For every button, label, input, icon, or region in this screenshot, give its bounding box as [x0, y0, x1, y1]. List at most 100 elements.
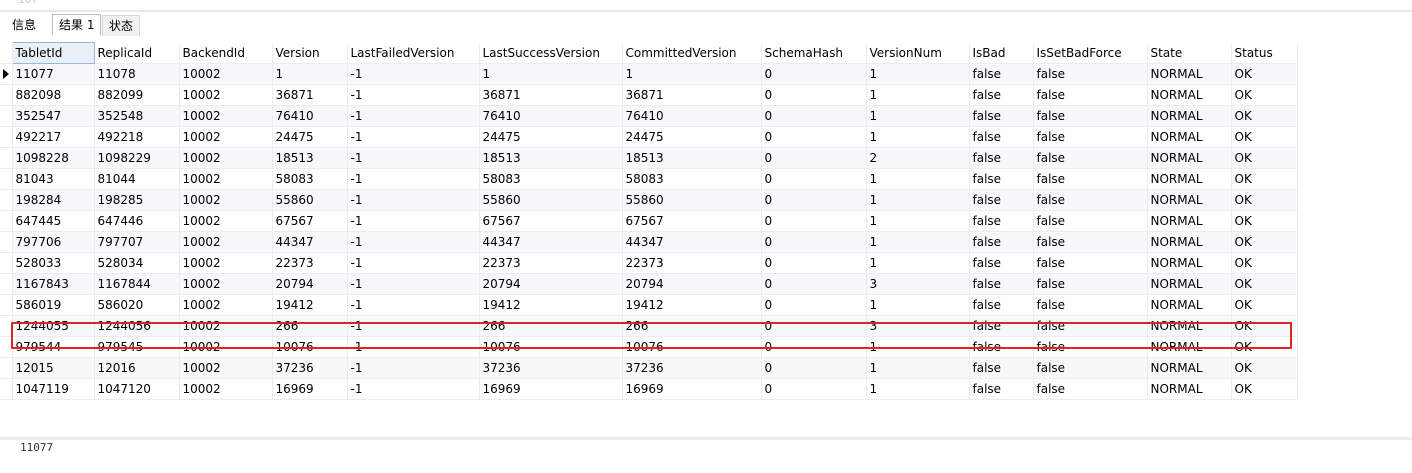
column-header-schemahash[interactable]: SchemaHash — [761, 42, 867, 64]
cell-tabletid[interactable]: 1167843 — [12, 273, 95, 295]
row-indicator[interactable] — [0, 378, 13, 400]
cell-committedversion[interactable]: 36871 — [622, 84, 762, 106]
cell-schemahash[interactable]: 0 — [761, 231, 867, 253]
cell-versionnum[interactable]: 1 — [866, 252, 970, 274]
cell-status[interactable]: OK — [1231, 105, 1298, 127]
cell-lastfailedversion[interactable]: -1 — [347, 63, 480, 85]
cell-status[interactable]: OK — [1231, 147, 1298, 169]
cell-lastsuccessversion[interactable]: 24475 — [479, 126, 623, 148]
cell-version[interactable]: 16969 — [272, 378, 348, 400]
cell-lastsuccessversion[interactable]: 22373 — [479, 252, 623, 274]
table-row[interactable]: 1098228 1098229 10002 18513 -1 18513 18513 0 2 fa… — [0, 147, 1298, 169]
cell-backendid[interactable]: 10002 — [179, 231, 273, 253]
cell-backendid[interactable]: 10002 — [179, 273, 273, 295]
row-indicator[interactable] — [0, 126, 13, 148]
cell-lastfailedversion[interactable]: -1 — [347, 210, 480, 232]
cell-issetbadforce[interactable]: false — [1033, 84, 1148, 106]
cell-committedversion[interactable]: 20794 — [622, 273, 762, 295]
cell-lastsuccessversion[interactable]: 55860 — [479, 189, 623, 211]
cell-state[interactable]: NORMAL — [1147, 168, 1232, 190]
cell-schemahash[interactable]: 0 — [761, 63, 867, 85]
column-header-version[interactable]: Version — [272, 42, 348, 64]
cell-backendid[interactable]: 10002 — [179, 168, 273, 190]
cell-lastfailedversion[interactable]: -1 — [347, 231, 480, 253]
cell-status[interactable]: OK — [1231, 168, 1298, 190]
cell-schemahash[interactable]: 0 — [761, 273, 867, 295]
table-row[interactable]: 1244055 1244056 10002 266 -1 266 266 0 3 false fal… — [0, 315, 1298, 337]
cell-backendid[interactable]: 10002 — [179, 189, 273, 211]
cell-replicaid[interactable]: 12016 — [94, 357, 180, 379]
cell-replicaid[interactable]: 882099 — [94, 84, 180, 106]
cell-lastsuccessversion[interactable]: 44347 — [479, 231, 623, 253]
cell-schemahash[interactable]: 0 — [761, 105, 867, 127]
cell-state[interactable]: NORMAL — [1147, 126, 1232, 148]
table-row[interactable]: 492217 492218 10002 24475 -1 24475 24475 0 1 fals… — [0, 126, 1298, 148]
cell-lastsuccessversion[interactable]: 67567 — [479, 210, 623, 232]
cell-state[interactable]: NORMAL — [1147, 357, 1232, 379]
cell-committedversion[interactable]: 1 — [622, 63, 762, 85]
cell-status[interactable]: OK — [1231, 126, 1298, 148]
cell-status[interactable]: OK — [1231, 336, 1298, 358]
cell-isbad[interactable]: false — [969, 294, 1034, 316]
cell-version[interactable]: 20794 — [272, 273, 348, 295]
cell-backendid[interactable]: 10002 — [179, 357, 273, 379]
cell-state[interactable]: NORMAL — [1147, 273, 1232, 295]
cell-isbad[interactable]: false — [969, 105, 1034, 127]
cell-schemahash[interactable]: 0 — [761, 378, 867, 400]
cell-replicaid[interactable]: 1244056 — [94, 315, 180, 337]
cell-versionnum[interactable]: 1 — [866, 378, 970, 400]
cell-committedversion[interactable]: 24475 — [622, 126, 762, 148]
cell-lastfailedversion[interactable]: -1 — [347, 357, 480, 379]
cell-versionnum[interactable]: 1 — [866, 357, 970, 379]
cell-state[interactable]: NORMAL — [1147, 231, 1232, 253]
cell-tabletid[interactable]: 647445 — [12, 210, 95, 232]
cell-versionnum[interactable]: 1 — [866, 168, 970, 190]
cell-isbad[interactable]: false — [969, 357, 1034, 379]
table-row[interactable]: 797706 797707 10002 44347 -1 44347 44347 0 1 fals… — [0, 231, 1298, 253]
cell-lastfailedversion[interactable]: -1 — [347, 378, 480, 400]
cell-replicaid[interactable]: 81044 — [94, 168, 180, 190]
cell-backendid[interactable]: 10002 — [179, 336, 273, 358]
cell-schemahash[interactable]: 0 — [761, 315, 867, 337]
cell-issetbadforce[interactable]: false — [1033, 252, 1148, 274]
cell-versionnum[interactable]: 1 — [866, 210, 970, 232]
cell-backendid[interactable]: 10002 — [179, 294, 273, 316]
cell-versionnum[interactable]: 1 — [866, 63, 970, 85]
cell-backendid[interactable]: 10002 — [179, 315, 273, 337]
cell-committedversion[interactable]: 37236 — [622, 357, 762, 379]
cell-lastsuccessversion[interactable]: 18513 — [479, 147, 623, 169]
table-row[interactable]: 882098 882099 10002 36871 -1 36871 36871 0 1 fals… — [0, 84, 1298, 106]
table-row[interactable]: 352547 352548 10002 76410 -1 76410 76410 0 1 fals… — [0, 105, 1298, 127]
row-indicator[interactable] — [0, 63, 13, 85]
cell-isbad[interactable]: false — [969, 84, 1034, 106]
cell-state[interactable]: NORMAL — [1147, 210, 1232, 232]
cell-issetbadforce[interactable]: false — [1033, 357, 1148, 379]
cell-issetbadforce[interactable]: false — [1033, 189, 1148, 211]
cell-tabletid[interactable]: 81043 — [12, 168, 95, 190]
table-row[interactable]: 1167843 1167844 10002 20794 -1 20794 20794 0 3 fa… — [0, 273, 1298, 295]
cell-committedversion[interactable]: 22373 — [622, 252, 762, 274]
cell-lastsuccessversion[interactable]: 76410 — [479, 105, 623, 127]
cell-state[interactable]: NORMAL — [1147, 189, 1232, 211]
cell-replicaid[interactable]: 528034 — [94, 252, 180, 274]
cell-issetbadforce[interactable]: false — [1033, 273, 1148, 295]
cell-replicaid[interactable]: 1047120 — [94, 378, 180, 400]
cell-version[interactable]: 24475 — [272, 126, 348, 148]
row-indicator[interactable] — [0, 210, 13, 232]
cell-lastfailedversion[interactable]: -1 — [347, 336, 480, 358]
cell-state[interactable]: NORMAL — [1147, 294, 1232, 316]
cell-tabletid[interactable]: 11077 — [12, 63, 95, 85]
cell-replicaid[interactable]: 198285 — [94, 189, 180, 211]
table-row[interactable]: 979544 979545 10002 10076 -1 10076 10076 0 1 fals… — [0, 336, 1298, 358]
row-indicator[interactable] — [0, 147, 13, 169]
cell-versionnum[interactable]: 2 — [866, 147, 970, 169]
cell-replicaid[interactable]: 352548 — [94, 105, 180, 127]
cell-lastfailedversion[interactable]: -1 — [347, 273, 480, 295]
cell-backendid[interactable]: 10002 — [179, 147, 273, 169]
cell-versionnum[interactable]: 3 — [866, 315, 970, 337]
cell-backendid[interactable]: 10002 — [179, 105, 273, 127]
column-header-backendid[interactable]: BackendId — [179, 42, 273, 64]
cell-tabletid[interactable]: 352547 — [12, 105, 95, 127]
cell-issetbadforce[interactable]: false — [1033, 210, 1148, 232]
cell-version[interactable]: 58083 — [272, 168, 348, 190]
